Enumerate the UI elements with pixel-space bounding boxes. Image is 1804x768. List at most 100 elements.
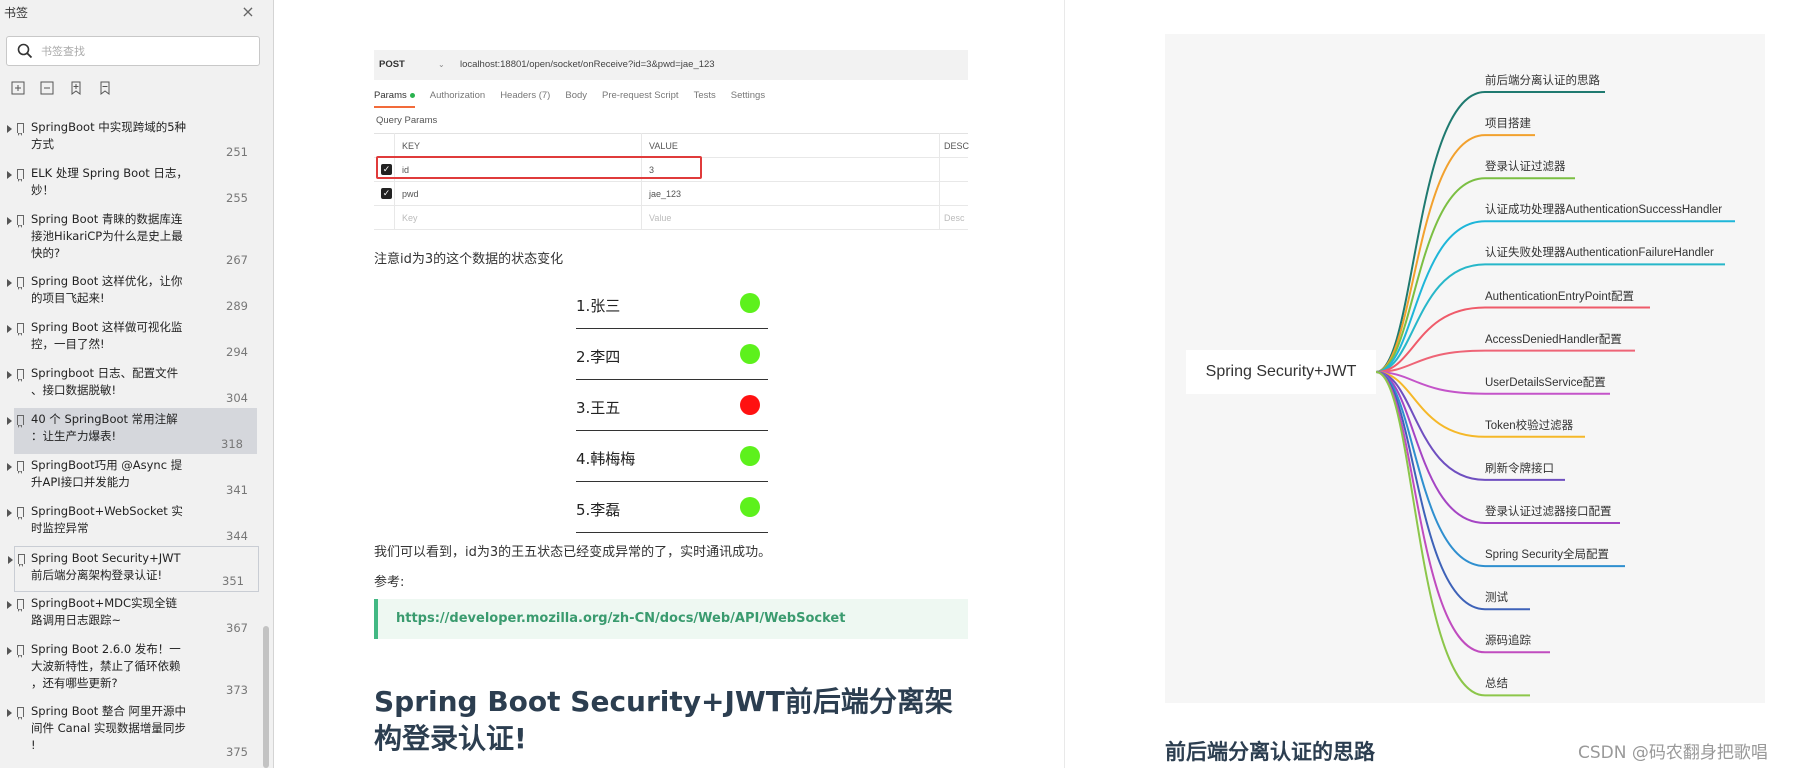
bookmark-page-number: 373 (226, 683, 248, 697)
status-indicator-icon (740, 446, 760, 466)
bookmark-icon (17, 169, 24, 182)
watermark: CSDN @码农翻身把歌唱 (1578, 743, 1768, 763)
bookmark-page-number: 344 (226, 529, 248, 543)
expand-arrow-icon[interactable] (8, 556, 13, 564)
bookmark-label: Spring Boot 青睐的数据库连 接池HikariCP为什么是史上最 快的… (31, 212, 183, 260)
mind-map-branch: 测试 (1485, 592, 1508, 605)
header-key: KEY (402, 141, 421, 151)
tab-headers: Headers (7) (500, 90, 551, 101)
reference-link[interactable]: https://developer.mozilla.org/zh-CN/docs… (396, 611, 845, 626)
query-params-label: Query Params (376, 115, 438, 126)
status-indicator-icon (740, 344, 760, 364)
bookmark-item[interactable]: Spring Boot 2.6.0 发布！一 大波新特性，禁止了循环依赖 ，还有… (0, 638, 262, 700)
bookmark-page-number: 375 (226, 745, 248, 759)
expand-arrow-icon[interactable] (7, 279, 12, 287)
bookmark-item[interactable]: SpringBoot 中实现跨域的5种 方式 251 (0, 116, 262, 162)
close-icon[interactable]: × (240, 4, 256, 20)
user-name: 4.韩梅梅 (576, 450, 636, 468)
bookmark-page-number: 255 (226, 191, 248, 205)
bookmark-label: ELK 处理 Spring Boot 日志， 妙！ (31, 166, 188, 197)
status-row: 1.张三 (576, 278, 768, 329)
add-bookmark-icon[interactable] (68, 80, 84, 96)
bookmark-item[interactable]: Spring Boot 这样做可视化监 控，一目了然! 294 (0, 316, 262, 362)
status-row: 5.李磊 (576, 482, 768, 533)
param-desc-placeholder: Desc (944, 213, 965, 223)
bookmark-item[interactable]: Spring Boot Security+JWT 前后端分离架构登录认证! 351 (8, 546, 259, 592)
bookmark-page-number: 367 (226, 621, 248, 635)
params-table: KEY VALUE DESC ✓ id 3 ✓ pwd jae_123 Key … (374, 133, 969, 230)
mind-map-branch: 前后端分离认证的思路 (1485, 75, 1600, 87)
status-dot-icon (409, 92, 415, 98)
expand-all-icon[interactable] (10, 80, 26, 96)
search-icon (17, 43, 33, 59)
document-page-left: POST ⌄ localhost:18801/open/socket/onRec… (274, 0, 1064, 768)
bookmark-label: Spring Boot 这样做可视化监 控，一目了然! (31, 320, 183, 351)
bookmark-search-input[interactable] (41, 42, 251, 60)
bookmark-item[interactable]: SpringBoot+WebSocket 实 时监控异常 344 (0, 500, 262, 546)
tab-params: Params (374, 90, 415, 108)
bookmark-icon (17, 123, 24, 136)
mind-map-branch: 认证成功处理器AuthenticationSuccessHandler (1485, 204, 1723, 217)
expand-arrow-icon[interactable] (7, 647, 12, 655)
expand-arrow-icon[interactable] (7, 509, 12, 517)
chevron-down-icon: ⌄ (438, 60, 445, 69)
remove-bookmark-icon[interactable] (97, 80, 113, 96)
bookmark-item[interactable]: Springboot 日志、配置文件 、接口数据脱敏! 304 (0, 362, 262, 408)
tab-settings: Settings (730, 90, 766, 101)
reference-label: 参考: (374, 575, 405, 590)
status-row: 3.王五 (576, 380, 768, 431)
bookmark-page-number: 341 (226, 483, 248, 497)
divider (939, 133, 940, 229)
request-tabs: Params Authorization Headers (7) Body Pr… (374, 90, 765, 108)
bookmark-icon (17, 599, 24, 612)
bookmark-item[interactable]: Spring Boot 整合 阿里开源中 间件 Canal 实现数据增量同步 !… (0, 700, 262, 762)
request-bar: POST ⌄ localhost:18801/open/socket/onRec… (374, 50, 968, 80)
tab-body: Body (565, 90, 588, 101)
bookmark-icon (17, 507, 24, 520)
bookmark-panel-title: 书签 (4, 6, 29, 20)
bookmark-page-number: 289 (226, 299, 248, 313)
mind-map-branch: 项目搭建 (1485, 118, 1531, 131)
bookmark-icon (17, 277, 24, 290)
sidebar-scrollbar[interactable] (263, 626, 269, 768)
expand-arrow-icon[interactable] (7, 125, 12, 133)
mind-map-branch: AccessDeniedHandler配置 (1485, 333, 1622, 346)
param-value-placeholder: Value (649, 213, 672, 223)
expand-arrow-icon[interactable] (7, 217, 12, 225)
expand-arrow-icon[interactable] (7, 417, 12, 425)
highlight-box (376, 156, 702, 179)
bookmark-page-number: 267 (226, 253, 248, 267)
mind-map-branch: 登录认证过滤器 (1485, 161, 1566, 174)
mind-map-branch: 刷新令牌接口 (1485, 462, 1554, 475)
bookmark-item[interactable]: SpringBoot+MDC实现全链 路调用日志跟踪~ 367 (0, 592, 262, 638)
expand-arrow-icon[interactable] (7, 325, 12, 333)
expand-arrow-icon[interactable] (7, 709, 12, 717)
tab-authorization: Authorization (429, 90, 486, 101)
expand-arrow-icon[interactable] (7, 171, 12, 179)
bookmark-search-box[interactable] (6, 36, 260, 66)
expand-arrow-icon[interactable] (7, 601, 12, 609)
param-key-placeholder: Key (402, 213, 418, 223)
bookmark-icon (18, 554, 25, 567)
bookmark-icon (17, 461, 24, 474)
expand-arrow-icon[interactable] (7, 371, 12, 379)
user-name: 1.张三 (576, 297, 621, 315)
mind-map-branch: 认证失败处理器AuthenticationFailureHandler (1485, 247, 1714, 260)
params-header-row: KEY VALUE DESC (374, 134, 969, 158)
bookmark-icon (17, 323, 24, 336)
bookmark-page-number: 294 (226, 345, 248, 359)
expand-arrow-icon[interactable] (7, 463, 12, 471)
bookmark-item[interactable]: Spring Boot 青睐的数据库连 接池HikariCP为什么是史上最 快的… (0, 208, 262, 270)
mind-map-branch: AuthenticationEntryPoint配置 (1485, 290, 1634, 303)
bookmark-item[interactable]: SpringBoot巧用 @Async 提 升API接口并发能力 341 (0, 454, 262, 500)
bookmark-item[interactable]: ELK 处理 Spring Boot 日志， 妙！ 255 (0, 162, 262, 208)
header-value: VALUE (649, 141, 678, 151)
param-key: pwd (402, 189, 419, 199)
bookmark-icon (17, 415, 24, 428)
bookmark-icon (17, 215, 24, 228)
bookmark-icon (17, 369, 24, 382)
bookmark-item[interactable]: 40 个 SpringBoot 常用注解 ：让生产力爆表! 318 (7, 408, 257, 454)
bookmark-item[interactable]: Spring Boot 这样优化，让你 的项目飞起来! 289 (0, 270, 262, 316)
collapse-all-icon[interactable] (39, 80, 55, 96)
bookmark-label: SpringBoot+MDC实现全链 路调用日志跟踪~ (31, 596, 178, 627)
